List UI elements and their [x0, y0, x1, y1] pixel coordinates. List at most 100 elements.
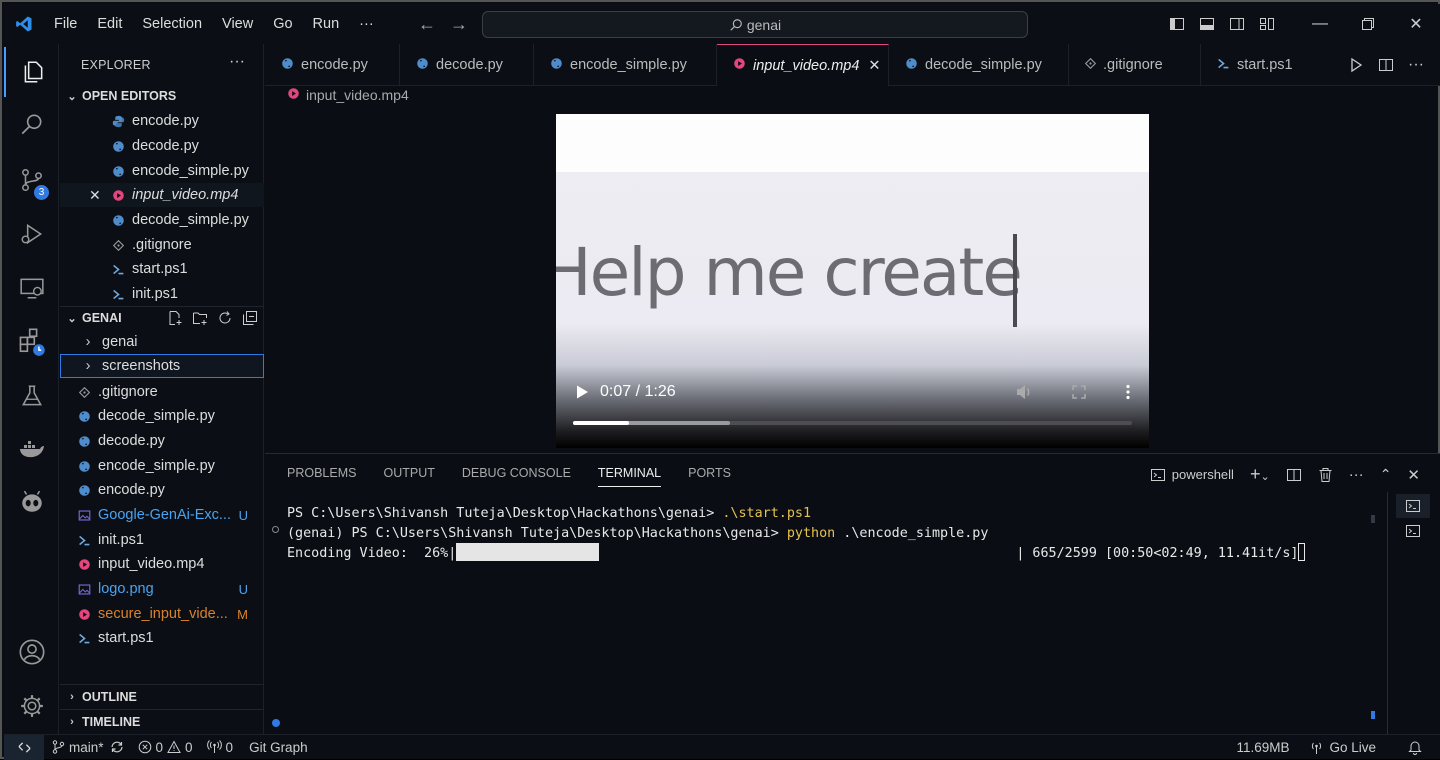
tree-file[interactable]: start.ps1 — [60, 626, 264, 650]
volume-icon[interactable] — [1015, 383, 1033, 401]
tab-encode-simple-py[interactable]: encode_simple.py — [534, 44, 717, 86]
tab-ports[interactable]: PORTS — [688, 466, 731, 487]
minimize-icon[interactable]: — — [1296, 4, 1344, 44]
copilot-alien-icon[interactable] — [4, 477, 59, 527]
breadcrumb[interactable]: input_video.mp4 — [287, 87, 409, 103]
remote-indicator-icon[interactable] — [4, 734, 44, 760]
run-icon[interactable] — [1348, 57, 1364, 73]
tree-file-untracked[interactable]: logo.png U — [60, 577, 264, 601]
open-editor-item[interactable]: encode_simple.py — [60, 159, 264, 183]
toggle-panel-icon[interactable] — [1192, 4, 1222, 44]
git-branch-status[interactable]: main* — [52, 740, 124, 755]
accounts-icon[interactable] — [4, 627, 59, 677]
explorer-more-button[interactable]: ··· — [229, 53, 245, 71]
tree-file[interactable]: decode_simple.py — [60, 404, 264, 428]
video-seek-bar[interactable] — [573, 421, 1132, 425]
toggle-secondary-sidebar-icon[interactable] — [1222, 4, 1252, 44]
terminal-instance-2[interactable] — [1396, 519, 1430, 543]
toggle-sidebar-icon[interactable] — [1162, 4, 1192, 44]
notifications-bell-icon[interactable] — [1408, 740, 1422, 755]
terminal-output[interactable]: PS C:\Users\Shivansh Tuteja\Desktop\Hack… — [287, 504, 1306, 564]
tree-file-modified[interactable]: secure_input_vide... M — [60, 602, 264, 626]
git-graph-button[interactable]: Git Graph — [249, 740, 308, 755]
ports-status[interactable]: 0 — [206, 740, 233, 755]
maximize-panel-icon[interactable]: ⌃ — [1380, 466, 1392, 483]
close-panel-icon[interactable]: ✕ — [1407, 466, 1420, 484]
manage-gear-icon[interactable] — [4, 681, 59, 731]
menu-selection[interactable]: Selection — [132, 16, 212, 32]
menu-run[interactable]: Run — [303, 16, 350, 32]
terminal-scrollbar[interactable] — [1371, 515, 1375, 523]
problems-status[interactable]: 0 0 — [138, 740, 193, 755]
outline-header[interactable]: › OUTLINE — [60, 685, 264, 709]
command-center-search[interactable]: genai — [482, 11, 1028, 38]
tree-file[interactable]: encode_simple.py — [60, 454, 264, 478]
testing-flask-icon[interactable] — [4, 371, 59, 421]
run-debug-icon[interactable] — [4, 209, 59, 259]
extensions-icon[interactable] — [4, 317, 59, 367]
tree-file[interactable]: input_video.mp4 — [60, 552, 264, 576]
open-editor-item-active[interactable]: ✕ input_video.mp4 — [60, 183, 264, 207]
open-editors-header[interactable]: ⌄ OPEN EDITORS — [60, 84, 264, 108]
memory-usage[interactable]: 11.69MB — [1236, 740, 1289, 755]
menu-more[interactable]: ··· — [349, 16, 384, 32]
tree-file-untracked[interactable]: Google-GenAi-Exc... U — [60, 503, 264, 527]
menu-file[interactable]: File — [44, 16, 87, 32]
menu-view[interactable]: View — [212, 16, 263, 32]
split-editor-icon[interactable] — [1378, 57, 1394, 73]
back-arrow-icon[interactable]: ← — [418, 14, 436, 35]
tab-input-video-mp4[interactable]: input_video.mp4 ✕ — [717, 44, 889, 86]
new-folder-icon[interactable] — [192, 310, 208, 326]
tab-encode-py[interactable]: encode.py — [265, 44, 400, 86]
tree-folder[interactable]: › genai — [60, 330, 264, 354]
open-editor-item[interactable]: .gitignore — [60, 233, 264, 257]
tab-start-ps1[interactable]: start.ps1 — [1201, 44, 1321, 86]
close-editor-icon[interactable]: ✕ — [89, 187, 101, 204]
play-icon[interactable] — [574, 384, 590, 400]
menu-go[interactable]: Go — [263, 16, 302, 32]
tab-decode-simple-py[interactable]: decode_simple.py — [889, 44, 1069, 86]
terminal-shell-selector[interactable]: powershell — [1150, 467, 1234, 483]
trash-icon[interactable] — [1318, 467, 1333, 483]
terminal-instance-1[interactable] — [1396, 494, 1430, 518]
source-control-icon[interactable]: 3 — [4, 155, 59, 205]
open-editor-item[interactable]: init.ps1 — [60, 282, 264, 306]
new-terminal-icon[interactable]: +⌄ — [1250, 464, 1270, 485]
tree-file[interactable]: .gitignore — [60, 380, 264, 404]
close-tab-icon[interactable]: ✕ — [868, 58, 880, 74]
video-options-icon[interactable] — [1125, 384, 1131, 400]
tree-folder-focused[interactable]: › screenshots — [60, 354, 264, 378]
split-terminal-icon[interactable] — [1286, 467, 1302, 483]
new-file-icon[interactable] — [167, 310, 183, 326]
go-live-button[interactable]: Go Live — [1309, 740, 1376, 755]
tab-problems[interactable]: PROBLEMS — [287, 466, 356, 487]
tree-file[interactable]: init.ps1 — [60, 528, 264, 552]
open-editor-item[interactable]: start.ps1 — [60, 257, 264, 281]
more-actions-icon[interactable]: ··· — [1408, 56, 1424, 74]
open-editor-item[interactable]: encode.py — [60, 109, 264, 133]
tree-file[interactable]: encode.py — [60, 478, 264, 502]
open-editor-item[interactable]: decode_simple.py — [60, 208, 264, 232]
refresh-icon[interactable] — [217, 310, 233, 326]
tab-debug-console[interactable]: DEBUG CONSOLE — [462, 466, 571, 487]
tree-file[interactable]: decode.py — [60, 429, 264, 453]
search-view-icon[interactable] — [4, 100, 59, 150]
sync-icon[interactable] — [110, 740, 124, 754]
genai-folder-header[interactable]: ⌄ GENAI — [60, 306, 264, 330]
restore-icon[interactable] — [1344, 4, 1392, 44]
tab-decode-py[interactable]: decode.py — [400, 44, 534, 86]
menu-edit[interactable]: Edit — [87, 16, 132, 32]
panel-more-icon[interactable]: ··· — [1349, 466, 1364, 483]
open-editor-item[interactable]: decode.py — [60, 134, 264, 158]
remote-explorer-icon[interactable] — [4, 263, 59, 313]
collapse-all-icon[interactable] — [242, 310, 258, 326]
timeline-header[interactable]: › TIMELINE — [60, 710, 264, 734]
forward-arrow-icon[interactable]: → — [450, 14, 468, 35]
video-player[interactable]: Help me create 0:07 / 1:26 — [556, 114, 1149, 448]
close-window-icon[interactable]: ✕ — [1392, 4, 1440, 44]
customize-layout-icon[interactable] — [1252, 4, 1282, 44]
fullscreen-icon[interactable] — [1071, 384, 1087, 400]
tab-terminal[interactable]: TERMINAL — [597, 466, 662, 487]
tab-gitignore[interactable]: .gitignore — [1069, 44, 1201, 86]
tab-output[interactable]: OUTPUT — [383, 466, 434, 487]
